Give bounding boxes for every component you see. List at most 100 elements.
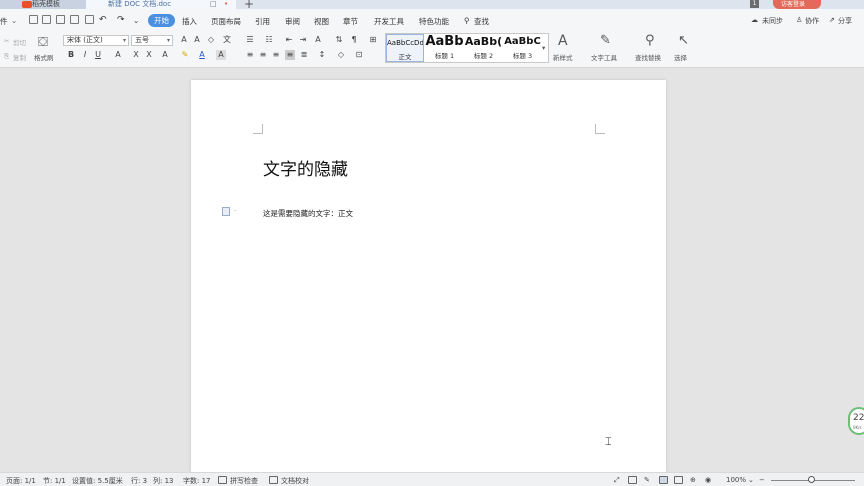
style-heading-3[interactable]: AaBbC 标题 3 bbox=[503, 34, 542, 62]
char-shading-icon[interactable]: A bbox=[216, 50, 226, 60]
cut-button[interactable]: 剪切 bbox=[13, 37, 26, 47]
clear-format-icon[interactable]: ◇ bbox=[206, 35, 216, 45]
tab-review[interactable]: 审阅 bbox=[285, 16, 300, 27]
tab-close-icon[interactable]: □ bbox=[210, 0, 217, 9]
italic-icon[interactable]: I bbox=[80, 50, 90, 60]
status-col[interactable]: 列: 13 bbox=[153, 476, 174, 486]
share-button[interactable]: 分享 bbox=[838, 16, 852, 26]
align-left-icon[interactable]: ≡ bbox=[245, 50, 255, 60]
zoom-dropdown-icon[interactable]: ⌄ bbox=[748, 476, 754, 484]
file-dropdown-icon[interactable]: ⌄ bbox=[11, 16, 17, 25]
file-menu[interactable]: 件 bbox=[0, 16, 8, 27]
tab-special-features[interactable]: 特色功能 bbox=[419, 16, 449, 27]
cloud-sync-icon[interactable]: ☁ bbox=[751, 16, 758, 24]
decrease-indent-icon[interactable]: ⇤ bbox=[284, 35, 294, 45]
style-heading-2[interactable]: AaBb( 标题 2 bbox=[464, 34, 503, 62]
underline-icon[interactable]: U bbox=[93, 50, 103, 60]
document-body-text[interactable]: 这是需要隐藏的文字：正文 bbox=[263, 208, 353, 219]
new-style-icon[interactable]: A bbox=[558, 33, 568, 49]
status-row[interactable]: 行: 3 bbox=[131, 476, 147, 486]
zoom-out-icon[interactable]: − bbox=[759, 476, 765, 484]
open-icon[interactable] bbox=[29, 15, 38, 24]
undo-icon[interactable]: ↶ bbox=[99, 15, 107, 25]
numbering-icon[interactable]: ☷ bbox=[264, 35, 274, 45]
zoom-level[interactable]: 100% bbox=[726, 476, 746, 484]
status-word-count[interactable]: 字数: 17 bbox=[183, 476, 211, 486]
increase-indent-icon[interactable]: ⇥ bbox=[298, 35, 308, 45]
page-view-icon[interactable] bbox=[659, 476, 668, 484]
document-title[interactable]: 文字的隐藏 bbox=[263, 155, 348, 180]
bold-icon[interactable]: B bbox=[66, 50, 76, 60]
justify-icon[interactable]: ≡ bbox=[285, 50, 295, 60]
tab-template[interactable]: 稻壳模板 bbox=[0, 0, 86, 9]
sync-status[interactable]: 未同步 bbox=[762, 16, 783, 26]
font-color-icon[interactable]: A bbox=[197, 50, 207, 60]
chinese-layout-icon[interactable]: A bbox=[313, 35, 323, 45]
scissors-icon[interactable]: ✂ bbox=[4, 37, 9, 45]
status-page[interactable]: 页面: 1/1 bbox=[6, 476, 36, 486]
tab-insert[interactable]: 插入 bbox=[182, 16, 197, 27]
copy-icon[interactable]: ⎘ bbox=[4, 52, 9, 61]
find-replace-button[interactable]: 查找替换 bbox=[635, 52, 661, 62]
text-tools-button[interactable]: 文字工具 bbox=[591, 52, 617, 62]
align-center-icon[interactable]: ≡ bbox=[258, 50, 268, 60]
font-size-select[interactable]: 五号 ▾ bbox=[131, 35, 173, 46]
wrench-icon[interactable]: ✎ bbox=[600, 33, 611, 48]
redo-icon[interactable]: ↷ bbox=[117, 15, 125, 25]
superscript-icon[interactable]: X bbox=[131, 50, 141, 60]
tab-developer[interactable]: 开发工具 bbox=[374, 16, 404, 27]
eye-protect-icon[interactable]: ◉ bbox=[705, 476, 711, 484]
save-icon[interactable] bbox=[42, 15, 51, 24]
borders-icon[interactable]: ⊡ bbox=[354, 50, 364, 60]
new-style-button[interactable]: 新样式 bbox=[553, 52, 573, 62]
share-icon[interactable]: ⇗ bbox=[829, 16, 835, 24]
print-preview-icon[interactable] bbox=[56, 15, 65, 24]
select-button[interactable]: 选择 bbox=[674, 52, 687, 62]
shrink-font-icon[interactable]: A bbox=[192, 35, 202, 45]
zoom-slider-handle[interactable] bbox=[808, 476, 815, 483]
sort-icon[interactable]: ⇅ bbox=[334, 35, 344, 45]
distribute-icon[interactable]: ≣ bbox=[299, 50, 309, 60]
grow-font-icon[interactable]: A bbox=[179, 35, 189, 45]
notification-badge[interactable]: 1 bbox=[750, 0, 759, 8]
visitor-login-button[interactable]: 访客登录 bbox=[773, 0, 821, 9]
outline-view-icon[interactable] bbox=[674, 476, 683, 484]
style-heading-1[interactable]: AaBb 标题 1 bbox=[425, 34, 464, 62]
spell-check-icon[interactable] bbox=[218, 476, 227, 484]
export-pdf-icon[interactable] bbox=[85, 15, 94, 24]
tab-section[interactable]: 章节 bbox=[343, 16, 358, 27]
table-icon[interactable]: ⊞ bbox=[368, 35, 378, 45]
fullscreen-icon[interactable]: ⤢ bbox=[614, 476, 620, 485]
align-right-icon[interactable]: ≡ bbox=[271, 50, 281, 60]
collab-icon[interactable]: ♙ bbox=[796, 16, 802, 24]
status-position[interactable]: 设置值: 5.5厘米 bbox=[72, 476, 123, 486]
print-icon[interactable] bbox=[70, 15, 79, 24]
subscript-icon[interactable]: X bbox=[144, 50, 154, 60]
text-effect-icon[interactable]: A bbox=[160, 50, 170, 60]
copy-button[interactable]: 复制 bbox=[13, 52, 26, 62]
tab-references[interactable]: 引用 bbox=[255, 16, 270, 27]
network-speed-widget[interactable]: 22 0K/s bbox=[848, 407, 864, 435]
document-page[interactable]: 文字的隐藏 - 这是需要隐藏的文字：正文 ⌶ bbox=[191, 80, 666, 472]
search-label[interactable]: 查找 bbox=[474, 16, 489, 27]
paragraph-marker-icon[interactable] bbox=[222, 207, 230, 216]
write-mode-icon[interactable]: ✎ bbox=[644, 476, 650, 484]
reading-mode-icon[interactable] bbox=[628, 476, 637, 484]
magnifier-icon[interactable]: ⚲ bbox=[645, 33, 655, 48]
highlight-icon[interactable]: ✎ bbox=[180, 50, 190, 60]
phonetic-icon[interactable]: 文 bbox=[222, 35, 232, 45]
font-name-select[interactable]: 宋体 (正文) ▾ bbox=[63, 35, 129, 46]
line-spacing-icon[interactable]: ↕ bbox=[317, 50, 327, 60]
customize-icon[interactable]: ⌄ bbox=[133, 16, 139, 25]
search-icon[interactable]: ⚲ bbox=[464, 16, 470, 25]
web-view-icon[interactable]: ⊕ bbox=[690, 476, 696, 484]
format-painter-icon[interactable]: ⛋ bbox=[38, 35, 48, 50]
paragraph-marker-dropdown-icon[interactable]: - bbox=[234, 207, 237, 215]
show-marks-icon[interactable]: ¶ bbox=[349, 35, 359, 45]
strikethrough-icon[interactable]: A bbox=[113, 50, 123, 60]
pointer-icon[interactable]: ↖ bbox=[678, 33, 689, 48]
bullets-icon[interactable]: ☰ bbox=[245, 35, 255, 45]
spell-check-button[interactable]: 拼写检查 bbox=[230, 476, 258, 486]
shading-icon[interactable]: ◇ bbox=[336, 50, 346, 60]
style-normal[interactable]: AaBbCcDd 正文 bbox=[386, 34, 424, 62]
